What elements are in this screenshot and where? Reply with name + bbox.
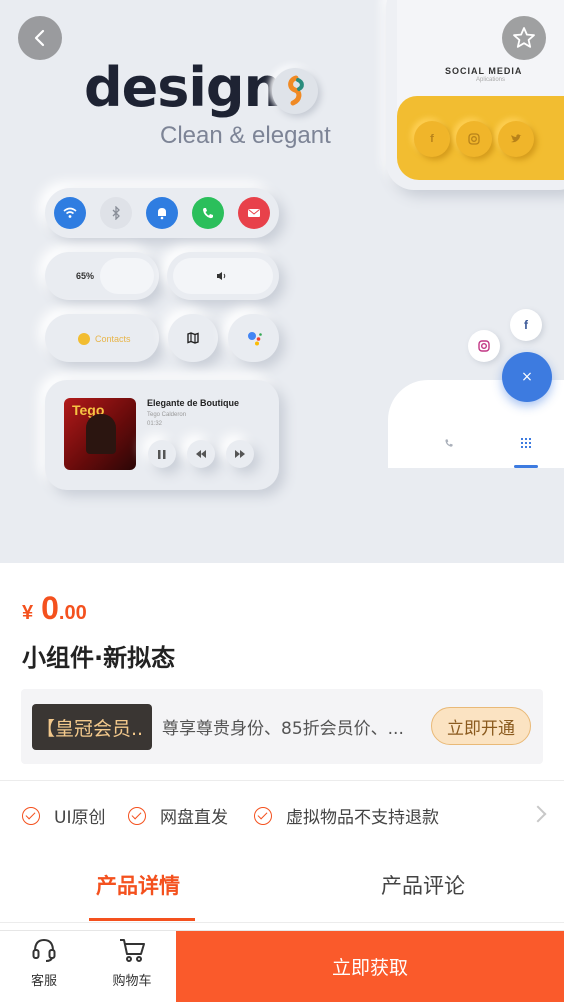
contact-icon bbox=[78, 333, 90, 345]
product-hero-image: design Clean & elegant 65% Contacts Tego… bbox=[0, 0, 564, 563]
battery-fill bbox=[100, 258, 154, 294]
map-icon bbox=[168, 314, 218, 362]
tab-product-review[interactable]: 产品评论 bbox=[381, 870, 465, 900]
rewind-icon bbox=[187, 440, 215, 468]
wifi-icon bbox=[54, 197, 86, 229]
contacts-label: Contacts bbox=[95, 334, 131, 344]
feature-label: UI原创 bbox=[54, 808, 106, 828]
get-now-button[interactable]: 立即获取 bbox=[176, 931, 564, 1002]
cart-icon bbox=[120, 939, 145, 962]
vip-activate-button[interactable]: 立即开通 bbox=[431, 707, 531, 745]
phone-icon bbox=[192, 197, 224, 229]
feature-label: 网盘直发 bbox=[160, 808, 228, 828]
grid-icon bbox=[517, 434, 535, 452]
pause-icon bbox=[148, 440, 176, 468]
assistant-icon bbox=[228, 314, 279, 362]
price-decimal: .00 bbox=[58, 602, 87, 624]
feature-no-refund: 虚拟物品不支持退款 bbox=[254, 803, 439, 828]
twitter-icon bbox=[498, 121, 534, 157]
cart-button[interactable]: 购物车 bbox=[97, 936, 167, 989]
feature-cloud-delivery: 网盘直发 bbox=[128, 803, 228, 828]
tab-product-detail[interactable]: 产品详情 bbox=[96, 870, 180, 900]
price: ¥0.00 bbox=[22, 590, 87, 627]
check-circle-icon bbox=[22, 806, 40, 825]
social-title: SOCIAL MEDIA bbox=[445, 66, 523, 76]
album-cover: Tego bbox=[64, 398, 136, 470]
battery-label: 65% bbox=[76, 271, 95, 281]
mail-icon bbox=[238, 197, 270, 229]
mockup-tab-indicator bbox=[514, 465, 538, 468]
divider bbox=[0, 780, 564, 781]
facebook-icon: f bbox=[414, 121, 450, 157]
vip-badge: 【皇冠会员.. bbox=[32, 704, 152, 750]
check-circle-icon bbox=[128, 806, 146, 825]
vip-description: 尊享尊贵身份、85折会员价、... bbox=[162, 719, 404, 739]
feature-original: UI原创 bbox=[22, 803, 105, 828]
cart-label: 购物车 bbox=[112, 974, 152, 989]
currency-symbol: ¥ bbox=[22, 602, 34, 624]
song-artist: Tego Calderon bbox=[147, 412, 187, 418]
star-icon bbox=[513, 27, 535, 48]
call-icon bbox=[440, 434, 458, 452]
chevron-right-icon[interactable] bbox=[529, 805, 547, 823]
fast-forward-icon bbox=[226, 440, 254, 468]
divider bbox=[0, 922, 564, 923]
song-title: Elegante de Boutique bbox=[147, 398, 240, 408]
social-subtitle: Aplications bbox=[476, 77, 506, 83]
bell-icon bbox=[146, 197, 178, 229]
speaker-icon bbox=[214, 268, 230, 284]
album-artist-figure bbox=[86, 414, 116, 454]
customer-service-button[interactable]: 客服 bbox=[9, 936, 79, 989]
hero-logo-icon bbox=[272, 68, 318, 114]
customer-service-label: 客服 bbox=[30, 974, 57, 989]
back-button[interactable] bbox=[18, 16, 62, 60]
hero-subtitle: Clean & elegant bbox=[160, 122, 331, 149]
active-tab-indicator bbox=[89, 918, 195, 921]
instagram-mini-icon bbox=[468, 330, 500, 362]
price-integer: 0 bbox=[41, 590, 59, 626]
song-time: 01:32 bbox=[147, 421, 163, 427]
headset-icon bbox=[32, 938, 56, 962]
bluetooth-icon bbox=[100, 197, 132, 229]
close-icon: × bbox=[502, 352, 552, 402]
hero-design-word: design bbox=[84, 56, 282, 119]
chevron-left-icon bbox=[34, 29, 45, 47]
product-title: 小组件·新拟态 bbox=[22, 644, 176, 672]
favorite-button[interactable] bbox=[502, 16, 546, 60]
feature-label: 虚拟物品不支持退款 bbox=[286, 808, 439, 828]
instagram-icon bbox=[456, 121, 492, 157]
check-circle-icon bbox=[254, 806, 272, 825]
facebook-mini-icon: f bbox=[510, 309, 542, 341]
